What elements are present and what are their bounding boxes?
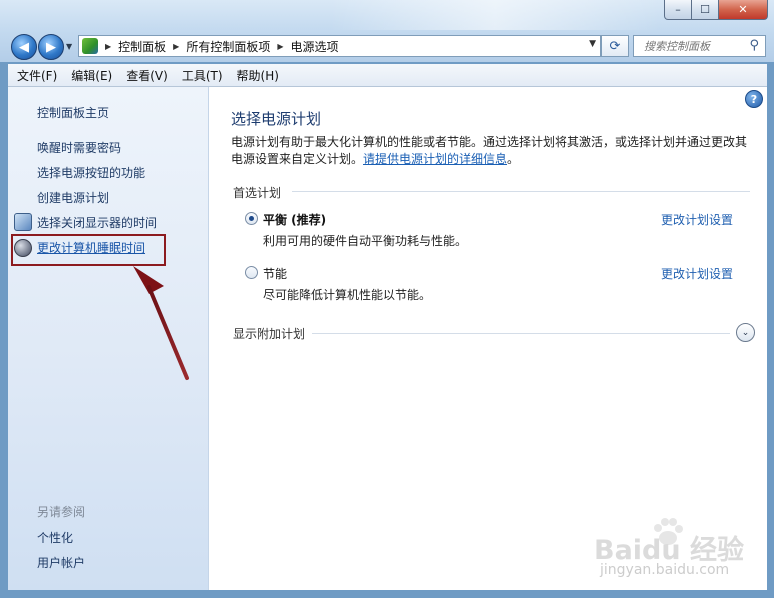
address-bar[interactable]: ▶ 控制面板 ▶ 所有控制面板项 ▶ 电源选项 ▼ (78, 35, 601, 57)
address-dropdown-icon[interactable]: ▼ (589, 39, 596, 49)
sidebar-item-sleep-time[interactable]: 更改计算机睡眠时间 (37, 239, 145, 256)
menu-bar: 文件(F) 编辑(E) 查看(V) 工具(T) 帮助(H) (8, 64, 767, 87)
menu-edit[interactable]: 编辑(E) (64, 67, 119, 84)
plan-details-link[interactable]: 请提供电源计划的详细信息 (363, 152, 507, 166)
page-description: 电源计划有助于最大化计算机的性能或者节能。通过选择计划将其激活，或选择计划并通过… (231, 134, 751, 168)
change-plan-settings-link[interactable]: 更改计划设置 (661, 265, 733, 282)
help-icon[interactable]: ? (745, 90, 763, 108)
plan-description: 尽可能降低计算机性能以节能。 (263, 288, 432, 302)
divider (292, 191, 750, 192)
refresh-button[interactable]: ⟳ (601, 35, 629, 57)
sidebar-item-user-accounts[interactable]: 用户帐户 (37, 554, 85, 571)
page-title: 选择电源计划 (231, 110, 322, 128)
sidebar-item-personalization[interactable]: 个性化 (37, 529, 73, 546)
breadcrumb-all-items[interactable]: 所有控制面板项 (186, 38, 270, 55)
sidebar-item-power-buttons[interactable]: 选择电源按钮的功能 (37, 164, 145, 181)
recent-pages-dropdown-icon[interactable]: ▼ (66, 42, 72, 51)
breadcrumb-separator-icon[interactable]: ▶ (105, 42, 111, 51)
menu-tools[interactable]: 工具(T) (175, 67, 230, 84)
change-plan-settings-link[interactable]: 更改计划设置 (661, 211, 733, 228)
expand-chevron-icon[interactable]: ⌄ (736, 323, 755, 342)
menu-view[interactable]: 查看(V) (119, 67, 175, 84)
preferred-plans-heading: 首选计划 (233, 186, 282, 200)
monitor-icon (14, 213, 32, 231)
menu-file[interactable]: 文件(F) (8, 67, 64, 84)
plan-description: 利用可用的硬件自动平衡功耗与性能。 (263, 234, 468, 248)
moon-icon (14, 239, 32, 257)
sidebar-home-link[interactable]: 控制面板主页 (37, 104, 109, 121)
breadcrumb-power-options[interactable]: 电源选项 (291, 38, 339, 55)
window-controls: – ☐ ✕ (664, 0, 770, 20)
minimize-button[interactable]: – (664, 0, 692, 20)
sidebar-item-wake-password[interactable]: 唤醒时需要密码 (37, 139, 121, 156)
maximize-button[interactable]: ☐ (692, 0, 719, 20)
search-box[interactable]: ⚲ (633, 35, 766, 57)
sidebar-item-create-plan[interactable]: 创建电源计划 (37, 189, 109, 206)
refresh-icon: ⟳ (609, 38, 621, 54)
description-end: 。 (507, 152, 520, 166)
plan-name[interactable]: 节能 (263, 265, 287, 282)
close-button[interactable]: ✕ (719, 0, 768, 20)
watermark-url: jingyan.baidu.com (600, 562, 730, 578)
plan-balanced-radio[interactable] (245, 212, 258, 225)
control-panel-icon (82, 38, 98, 54)
plan-power-saver-radio[interactable] (245, 266, 258, 279)
sidebar-item-display-off[interactable]: 选择关闭显示器的时间 (37, 214, 157, 231)
plan-name[interactable]: 平衡 (推荐) (263, 211, 326, 228)
divider (312, 333, 730, 334)
search-input[interactable] (642, 38, 746, 54)
breadcrumb-separator-icon[interactable]: ▶ (173, 42, 179, 51)
search-icon[interactable]: ⚲ (749, 38, 759, 53)
see-also-heading: 另请参阅 (37, 505, 86, 519)
breadcrumb-control-panel[interactable]: 控制面板 (118, 38, 166, 55)
back-arrow-icon[interactable]: ◀ (11, 34, 37, 60)
additional-plans-heading[interactable]: 显示附加计划 (233, 325, 305, 342)
forward-arrow-icon[interactable]: ▶ (38, 34, 64, 60)
menu-help[interactable]: 帮助(H) (230, 67, 286, 84)
breadcrumb-separator-icon[interactable]: ▶ (277, 42, 283, 51)
sidebar: 控制面板主页 唤醒时需要密码 选择电源按钮的功能 创建电源计划 选择关闭显示器的… (8, 87, 209, 590)
